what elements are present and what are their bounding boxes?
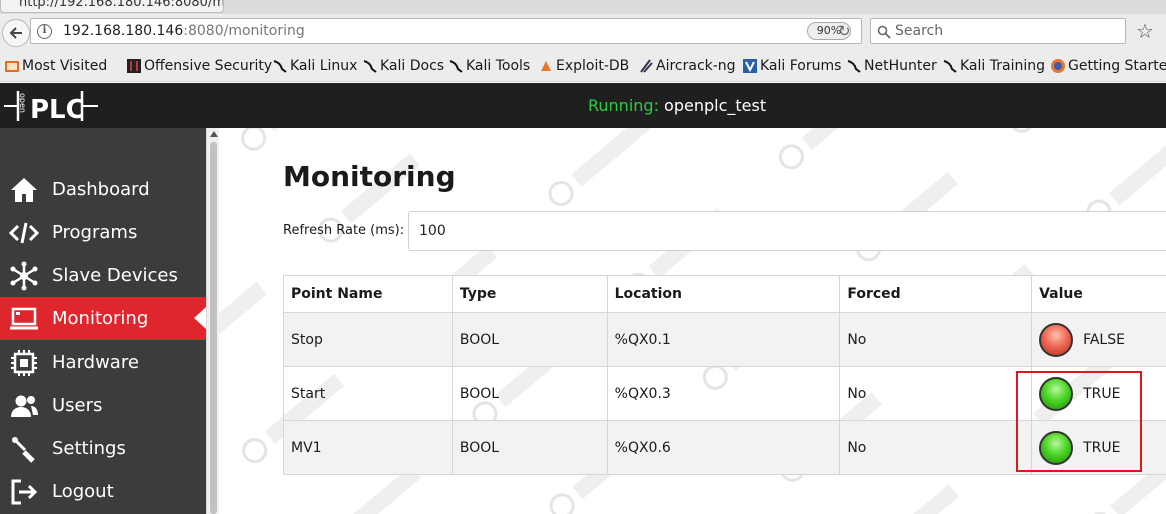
firefox-icon bbox=[1051, 59, 1065, 73]
bookmark-offensive-security[interactable]: Offensive Security bbox=[126, 58, 272, 74]
bookmark-getting-started[interactable]: Getting Started bbox=[1050, 58, 1166, 74]
sidebar-item-settings[interactable]: Settings bbox=[0, 427, 206, 470]
table-row[interactable]: Stop BOOL %QX0.1 No FALSE bbox=[283, 312, 1166, 367]
sidebar-item-logout[interactable]: Logout bbox=[0, 470, 206, 513]
reload-icon[interactable]: ↻ bbox=[838, 22, 851, 40]
bookmarks-toolbar: Most Visited Offensive Security Kali Lin… bbox=[0, 52, 1166, 82]
location-cell: %QX0.6 bbox=[606, 420, 841, 475]
sidebar-item-hardware[interactable]: Hardware bbox=[0, 341, 206, 384]
value-text: TRUE bbox=[1083, 439, 1121, 456]
sidebar: Dashboard Programs Slave Devices Monitor… bbox=[0, 128, 206, 514]
code-icon bbox=[9, 222, 39, 244]
logout-icon bbox=[11, 479, 38, 505]
value-text: FALSE bbox=[1083, 331, 1125, 348]
users-icon bbox=[11, 395, 38, 417]
column-header-forced: Forced bbox=[839, 275, 1033, 313]
column-header-value: Value bbox=[1031, 275, 1166, 313]
bookmark-kali-linux[interactable]: Kali Linux bbox=[272, 58, 357, 74]
point-name-cell: Stop bbox=[283, 312, 453, 367]
sidebar-item-monitoring[interactable]: Monitoring bbox=[0, 297, 206, 340]
refresh-rate-input[interactable]: 100 bbox=[408, 211, 1166, 251]
status-lamp-off-icon bbox=[1039, 322, 1074, 357]
table-header-row: Point Name Type Location Forced Value bbox=[283, 275, 1166, 313]
bookmark-kali-docs[interactable]: Kali Docs bbox=[362, 58, 444, 74]
status-lamp-on-icon bbox=[1039, 430, 1074, 465]
openplc-header: open PLC Running: openplc_test bbox=[0, 83, 1166, 128]
settings-icon bbox=[11, 436, 35, 463]
column-header-location: Location bbox=[606, 275, 841, 313]
point-name-cell: Start bbox=[283, 366, 453, 421]
search-placeholder: Search bbox=[895, 23, 944, 39]
svg-text:open: open bbox=[18, 93, 27, 113]
bookmark-kali-tools[interactable]: Kali Tools bbox=[448, 58, 530, 74]
table-row[interactable]: Start BOOL %QX0.3 No TRUE bbox=[283, 366, 1166, 421]
forced-cell: No bbox=[839, 312, 1033, 367]
main-content: Monitoring Refresh Rate (ms): 100 Point … bbox=[219, 128, 1166, 514]
location-cell: %QX0.3 bbox=[606, 366, 841, 421]
kali-dragon-icon bbox=[449, 60, 463, 73]
sidebar-item-slave-devices[interactable]: Slave Devices bbox=[0, 254, 206, 297]
bookmark-most-visited[interactable]: Most Visited bbox=[4, 58, 107, 74]
program-name: openplc_test bbox=[664, 96, 767, 115]
offsec-icon bbox=[127, 59, 141, 73]
chip-icon bbox=[11, 350, 37, 376]
url-bar[interactable]: i 192.168.180.146:8080/monitoring 90% bbox=[30, 18, 862, 44]
svg-text:PLC: PLC bbox=[30, 95, 85, 125]
forced-cell: No bbox=[839, 420, 1033, 475]
browser-tab[interactable]: http://192.168.180.146:8080/monitoring bbox=[0, 0, 224, 13]
forced-cell: No bbox=[839, 366, 1033, 421]
running-label: Running: bbox=[588, 96, 659, 115]
network-icon bbox=[10, 261, 38, 291]
monitoring-table: Point Name Type Location Forced Value St… bbox=[283, 275, 1166, 475]
kali-dragon-icon bbox=[273, 60, 287, 73]
value-cell: TRUE bbox=[1031, 366, 1166, 421]
back-button[interactable] bbox=[2, 19, 30, 47]
openplc-logo: open PLC bbox=[4, 91, 98, 125]
value-cell: TRUE bbox=[1031, 420, 1166, 475]
scroll-up-icon[interactable] bbox=[210, 131, 218, 137]
page-title: Monitoring bbox=[283, 160, 456, 193]
most-visited-icon bbox=[5, 61, 19, 72]
table-row[interactable]: MV1 BOOL %QX0.6 No TRUE bbox=[283, 420, 1166, 475]
site-info-icon[interactable]: i bbox=[37, 24, 52, 39]
exploit-db-icon bbox=[541, 61, 551, 71]
run-status: Running: openplc_test bbox=[588, 96, 766, 115]
bookmark-aircrack-ng[interactable]: Aircrack-ng bbox=[638, 58, 736, 74]
kali-forums-icon bbox=[743, 59, 757, 73]
search-icon bbox=[877, 25, 891, 39]
refresh-rate-label: Refresh Rate (ms): bbox=[283, 223, 405, 238]
column-header-point-name: Point Name bbox=[283, 275, 453, 313]
sidebar-item-dashboard[interactable]: Dashboard bbox=[0, 168, 206, 211]
type-cell: BOOL bbox=[451, 420, 608, 475]
point-name-cell: MV1 bbox=[283, 420, 453, 475]
back-arrow-icon bbox=[9, 27, 22, 39]
bookmark-star-icon[interactable]: ☆ bbox=[1136, 19, 1154, 43]
kali-dragon-icon bbox=[363, 60, 377, 73]
tab-strip: http://192.168.180.146:8080/monitoring bbox=[0, 0, 1166, 14]
home-icon bbox=[11, 178, 37, 202]
monitor-icon bbox=[10, 307, 38, 330]
browser-navbar: i 192.168.180.146:8080/monitoring 90% ↻ … bbox=[0, 14, 1166, 52]
sidebar-item-programs[interactable]: Programs bbox=[0, 211, 206, 254]
kali-dragon-icon bbox=[847, 60, 861, 73]
kali-dragon-icon bbox=[943, 60, 957, 73]
value-cell: FALSE bbox=[1031, 312, 1166, 367]
sidebar-scrollbar[interactable] bbox=[206, 128, 219, 514]
status-lamp-on-icon bbox=[1039, 376, 1074, 411]
type-cell: BOOL bbox=[451, 366, 608, 421]
search-bar[interactable]: Search bbox=[870, 18, 1126, 44]
bookmark-kali-forums[interactable]: Kali Forums bbox=[742, 58, 841, 74]
type-cell: BOOL bbox=[451, 312, 608, 367]
bookmark-kali-training[interactable]: Kali Training bbox=[942, 58, 1045, 74]
sidebar-item-users[interactable]: Users bbox=[0, 384, 206, 427]
value-text: TRUE bbox=[1083, 385, 1121, 402]
url-text[interactable]: 192.168.180.146:8080/monitoring bbox=[63, 23, 305, 39]
scrollbar-thumb[interactable] bbox=[210, 142, 217, 514]
bookmark-nethunter[interactable]: NetHunter bbox=[846, 58, 937, 74]
column-header-type: Type bbox=[451, 275, 608, 313]
aircrack-icon bbox=[640, 59, 653, 73]
bookmark-exploit-db[interactable]: Exploit-DB bbox=[538, 58, 629, 74]
location-cell: %QX0.1 bbox=[606, 312, 841, 367]
